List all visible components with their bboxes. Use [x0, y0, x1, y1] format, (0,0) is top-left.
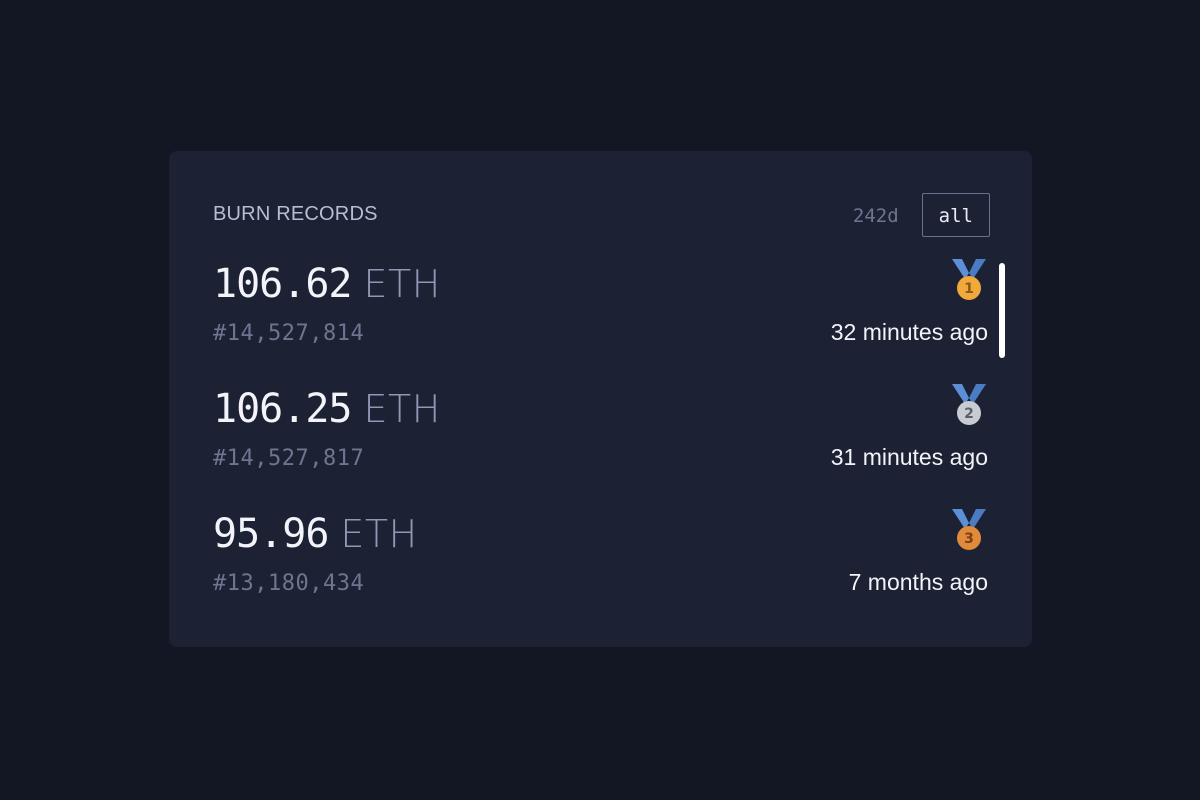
- burn-amount: 95.96 ETH: [213, 511, 418, 557]
- records-list: 106.62 ETH #14,527,814 1 32 minutes ago 1…: [213, 255, 988, 630]
- amount-unit: ETH: [340, 512, 418, 556]
- amount-value: 95.96: [213, 511, 329, 557]
- range-all-button[interactable]: all: [921, 193, 990, 237]
- medal-number: 3: [964, 531, 974, 547]
- record-row: 106.62 ETH #14,527,814 1 32 minutes ago: [213, 255, 988, 380]
- medal-number: 2: [964, 406, 974, 422]
- amount-unit: ETH: [363, 262, 441, 306]
- amount-unit: ETH: [363, 387, 441, 431]
- block-number-link[interactable]: #14,527,814: [213, 321, 364, 346]
- amount-value: 106.25: [213, 386, 352, 432]
- card-title: BURN RECORDS: [213, 203, 378, 225]
- time-ago: 31 minutes ago: [830, 444, 988, 470]
- medal-number: 1: [964, 281, 974, 297]
- amount-value: 106.62: [213, 261, 352, 307]
- bronze-medal-icon: 3: [952, 509, 986, 550]
- time-ago: 7 months ago: [848, 569, 988, 595]
- time-ago: 32 minutes ago: [830, 319, 988, 345]
- silver-medal-icon: 2: [952, 384, 986, 425]
- range-242d-button[interactable]: 242d: [836, 193, 916, 237]
- record-row: 95.96 ETH #13,180,434 3 7 months ago: [213, 505, 988, 630]
- scrollbar-thumb[interactable]: [999, 263, 1005, 358]
- block-number-link[interactable]: #13,180,434: [213, 571, 364, 596]
- burn-amount: 106.25 ETH: [213, 386, 441, 432]
- gold-medal-icon: 1: [952, 259, 986, 300]
- burn-records-card: BURN RECORDS 242d all 106.62 ETH #14,527,…: [169, 151, 1032, 647]
- block-number-link[interactable]: #14,527,817: [213, 446, 364, 471]
- burn-amount: 106.62 ETH: [213, 261, 441, 307]
- record-row: 106.25 ETH #14,527,817 2 31 minutes ago: [213, 380, 988, 505]
- time-range-selector: 242d all: [836, 193, 990, 237]
